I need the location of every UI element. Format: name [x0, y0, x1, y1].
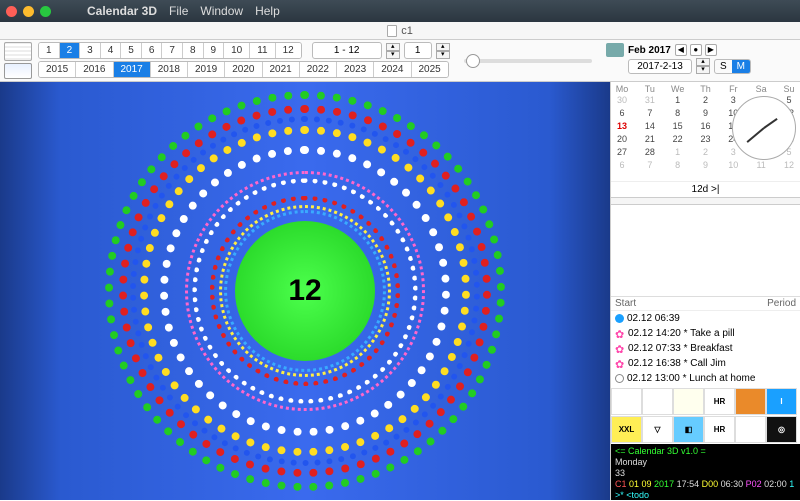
year-2018[interactable]: 2018 — [151, 62, 188, 77]
console-weekday: Monday — [615, 457, 796, 468]
console-todo: >* <todo — [615, 490, 796, 501]
icon-palette[interactable]: HR I XXL▽◧HR ◎ — [611, 388, 800, 444]
month-5[interactable]: 5 — [121, 43, 142, 58]
app-menu[interactable]: Calendar 3D — [87, 4, 157, 18]
window-controls[interactable] — [6, 6, 51, 17]
console-week: 33 — [615, 468, 796, 479]
prev-arrow-icon[interactable]: ◀ — [675, 44, 687, 56]
year-2023[interactable]: 2023 — [337, 62, 374, 77]
date-input[interactable] — [628, 59, 692, 74]
month-3[interactable]: 3 — [80, 43, 101, 58]
palette-icon-2[interactable] — [673, 388, 704, 415]
month-8[interactable]: 8 — [183, 43, 204, 58]
toolbar: 123456789101112 ▴▾ ▴▾ 201520162017201820… — [0, 40, 800, 82]
calendar-3d-canvas[interactable]: 12 — [0, 82, 610, 500]
year-selector[interactable]: 2015201620172018201920202021202220232024… — [38, 61, 449, 78]
event-row[interactable]: 02.12 07:33 * Breakfast — [611, 341, 800, 356]
year-2024[interactable]: 2024 — [374, 62, 411, 77]
calendar-style-icon[interactable] — [4, 42, 32, 61]
day-stepper[interactable]: ▴▾ — [436, 43, 450, 59]
menu-window[interactable]: Window — [200, 4, 243, 18]
year-2025[interactable]: 2025 — [412, 62, 448, 77]
year-2016[interactable]: 2016 — [76, 62, 113, 77]
event-row[interactable]: 02.12 06:39 — [611, 311, 800, 326]
menu-file[interactable]: File — [169, 4, 188, 18]
minimize-icon[interactable] — [23, 6, 34, 17]
event-text: 02.12 06:39 — [627, 312, 680, 325]
mini-scroll[interactable] — [611, 197, 800, 205]
year-2017[interactable]: 2017 — [114, 62, 151, 77]
palette-icon-5[interactable]: I — [766, 388, 797, 415]
palette-icon-7[interactable]: ▽ — [642, 416, 673, 443]
dot-icon — [615, 374, 624, 383]
center-day: 12 — [235, 221, 375, 361]
range-stepper[interactable]: ▴▾ — [386, 43, 400, 59]
event-row[interactable]: 02.12 13:00 * Lunch at home — [611, 371, 800, 386]
month-11[interactable]: 11 — [250, 43, 275, 58]
event-text: 02.12 16:38 * Call Jim — [628, 357, 726, 370]
year-2021[interactable]: 2021 — [263, 62, 300, 77]
month-12[interactable]: 12 — [276, 43, 301, 58]
month-2[interactable]: 2 — [60, 43, 81, 58]
month-4[interactable]: 4 — [101, 43, 122, 58]
month-7[interactable]: 7 — [162, 43, 183, 58]
month-10[interactable]: 10 — [224, 43, 250, 58]
status-console: <= Calendar 3D v1.0 = Monday 33 C1 01 09… — [611, 444, 800, 500]
current-month-label: Feb 2017 — [628, 45, 671, 56]
month-1[interactable]: 1 — [39, 43, 60, 58]
month-9[interactable]: 9 — [204, 43, 225, 58]
mini-calendar[interactable]: MoTuWeThFrSaSu 3031123456789101112131415… — [611, 82, 800, 182]
zoom-icon[interactable] — [40, 6, 51, 17]
calendar-view-icon[interactable] — [4, 63, 32, 79]
menu-help[interactable]: Help — [255, 4, 280, 18]
console-title: <= Calendar 3D v1.0 = — [615, 446, 796, 457]
menu-bar: Calendar 3D File Window Help — [0, 0, 800, 22]
preview-thumb[interactable] — [606, 43, 624, 57]
console-status: C1 01 09 2017 17:54 D00 06:30 P02 02:00 … — [615, 479, 796, 490]
document-bar: c1 — [0, 22, 800, 40]
mode-m: M — [732, 60, 750, 73]
year-2022[interactable]: 2022 — [300, 62, 337, 77]
palette-icon-8[interactable]: ◧ — [673, 416, 704, 443]
col-period: Period — [767, 298, 796, 309]
mode-toggle[interactable]: S M — [714, 59, 751, 74]
year-2015[interactable]: 2015 — [39, 62, 76, 77]
event-row[interactable]: 02.12 14:20 * Take a pill — [611, 326, 800, 341]
document-name: c1 — [401, 25, 413, 37]
event-text: 02.12 13:00 * Lunch at home — [627, 372, 755, 385]
analog-clock — [732, 96, 796, 160]
zoom-slider[interactable] — [464, 59, 592, 63]
close-icon[interactable] — [6, 6, 17, 17]
event-row[interactable]: 02.12 16:38 * Call Jim — [611, 356, 800, 371]
flower-icon — [615, 359, 625, 369]
day-input[interactable] — [404, 42, 432, 59]
sidebar: MoTuWeThFrSaSu 3031123456789101112131415… — [610, 82, 800, 500]
mode-s: S — [715, 60, 732, 73]
year-2019[interactable]: 2019 — [188, 62, 225, 77]
palette-icon-1[interactable] — [642, 388, 673, 415]
palette-icon-4[interactable] — [735, 388, 766, 415]
col-start: Start — [615, 298, 636, 309]
palette-icon-9[interactable]: HR — [704, 416, 735, 443]
date-stepper[interactable]: ▴▾ — [696, 58, 710, 74]
dot-icon — [615, 314, 624, 323]
palette-icon-10[interactable] — [735, 416, 766, 443]
month-selector[interactable]: 123456789101112 — [38, 42, 302, 59]
year-2020[interactable]: 2020 — [225, 62, 262, 77]
event-text: 02.12 07:33 * Breakfast — [628, 342, 733, 355]
range-input[interactable] — [312, 42, 382, 59]
today-dot-icon[interactable]: ● — [690, 44, 702, 56]
next-arrow-icon[interactable]: ▶ — [705, 44, 717, 56]
document-icon — [387, 25, 397, 37]
palette-icon-6[interactable]: XXL — [611, 416, 642, 443]
month-6[interactable]: 6 — [142, 43, 163, 58]
palette-icon-11[interactable]: ◎ — [766, 416, 797, 443]
palette-icon-3[interactable]: HR — [704, 388, 735, 415]
flower-icon — [615, 329, 625, 339]
event-list[interactable]: Start Period 02.12 06:39 02.12 14:20 * Ta… — [611, 296, 800, 388]
offset-label: 12d >| — [611, 182, 800, 197]
flower-icon — [615, 344, 625, 354]
palette-icon-0[interactable] — [611, 388, 642, 415]
event-text: 02.12 14:20 * Take a pill — [628, 327, 735, 340]
